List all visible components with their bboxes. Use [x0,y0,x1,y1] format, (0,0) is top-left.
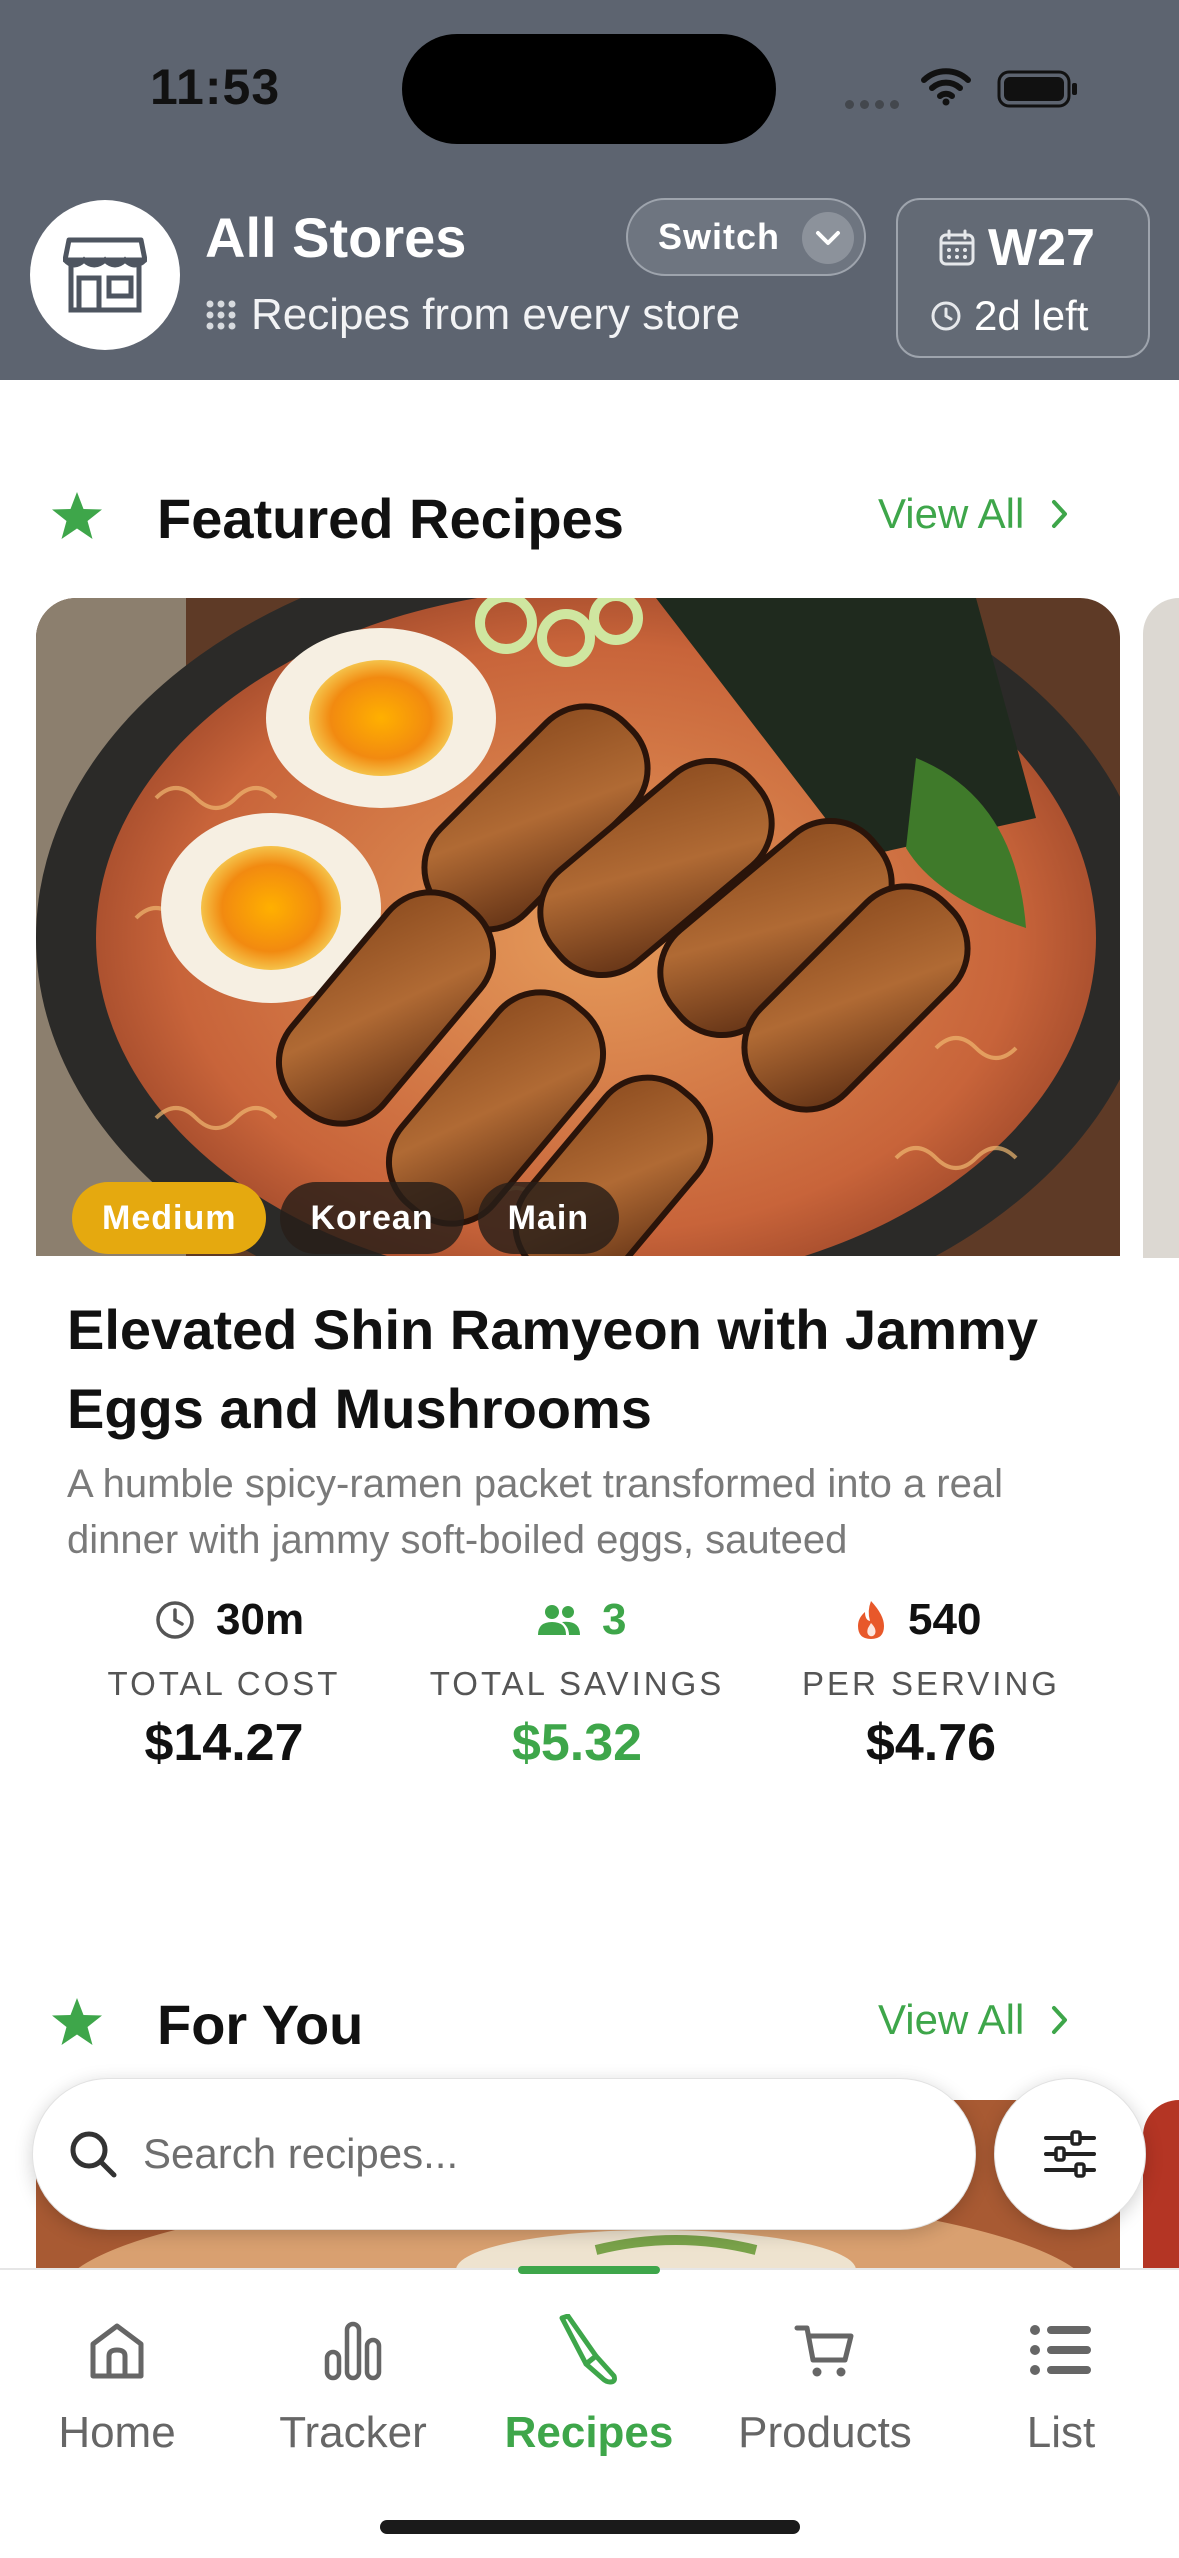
per-serving-label: PER SERVING [802,1665,1060,1702]
total-cost-value: $14.27 [144,1714,304,1772]
people-icon [538,1605,580,1635]
bar-chart-icon [324,2321,382,2381]
recipe-icon [559,2314,617,2385]
search-icon [70,2131,117,2178]
flame-icon [858,1601,884,1639]
chevron-right-icon [1052,500,1068,528]
recipe-cost-metrics: TOTAL COST $14.27 TOTAL SAVINGS $5.32 PE… [0,1665,1179,1785]
list-icon [1030,2325,1091,2375]
week-indicator[interactable]: W27 2d left [896,198,1150,358]
filter-button[interactable] [994,2078,1146,2230]
recipe-stats: 30m 3 540 [0,1595,1179,1655]
status-time: 11:53 [150,59,281,115]
calories: 540 [854,1595,981,1645]
store-subtitle: Recipes from every store [205,290,740,340]
search-bar[interactable] [32,2078,976,2230]
cart-icon [794,2325,854,2377]
tab-home-label: Home [58,2408,176,2457]
app-header: 11:53 All Stores Recipes from every stor… [0,0,1179,380]
total-savings-value: $5.32 [511,1714,643,1772]
featured-view-all-link[interactable]: View All [878,490,1070,538]
star-icon [52,1998,102,2045]
week-label: W27 [988,219,1095,277]
clock-icon [156,1601,194,1639]
recipe-tags: Medium Korean Main [72,1182,633,1254]
cook-time: 30m [154,1595,304,1645]
tab-products-label: Products [738,2408,912,2457]
status-icons [845,62,1085,116]
calendar-icon [939,229,975,266]
active-tab-indicator [518,2266,660,2274]
total-cost: TOTAL COST $14.27 [54,1665,394,1773]
storefront-icon [63,237,147,313]
tab-list[interactable]: List [946,2310,1176,2458]
featured-title: Featured Recipes [157,487,624,550]
total-savings-label: TOTAL SAVINGS [429,1665,725,1702]
course-tag: Main [477,1182,620,1254]
chevron-down-icon [802,212,854,264]
difficulty-tag: Medium [72,1182,267,1254]
tab-list-label: List [1026,2408,1096,2457]
total-savings: TOTAL SAVINGS $5.32 [407,1665,747,1773]
view-all-label: View All [878,490,1025,537]
switch-store-button[interactable]: Switch [626,198,866,276]
recipe-image: Medium Korean Main [36,598,1120,1256]
cuisine-tag: Korean [280,1182,464,1254]
dynamic-island [402,34,776,144]
tab-products[interactable]: Products [710,2310,940,2458]
servings: 3 [536,1595,626,1645]
grid-dots-icon [206,300,236,330]
search-input[interactable] [141,2129,905,2179]
chevron-right-icon [1052,2006,1068,2034]
clock-icon [931,301,961,331]
calories-value: 540 [908,1595,982,1644]
view-all-label: View All [878,1996,1025,2043]
tab-recipes-label: Recipes [504,2408,674,2457]
home-indicator[interactable] [380,2520,800,2534]
sliders-icon [1044,2130,1096,2178]
signal-icon [845,96,905,114]
tab-recipes[interactable]: Recipes [474,2310,704,2458]
per-serving: PER SERVING $4.76 [761,1665,1101,1773]
servings-value: 3 [602,1595,627,1644]
wifi-icon [921,68,971,106]
store-subtitle-text: Recipes from every store [251,290,741,339]
featured-section-header: Featured Recipes View All [0,476,1179,556]
home-icon [90,2323,144,2379]
tab-tracker[interactable]: Tracker [238,2310,468,2458]
tab-home[interactable]: Home [2,2310,232,2458]
bottom-tab-bar: Home Tracker Recipes Products List [0,2266,1179,2558]
switch-label: Switch [658,216,781,257]
cook-time-value: 30m [216,1595,305,1644]
tab-tracker-label: Tracker [279,2408,427,2457]
time-left: 2d left [974,292,1089,339]
for-you-view-all-link[interactable]: View All [878,1996,1070,2044]
total-cost-label: TOTAL COST [107,1665,341,1702]
store-title: All Stores [205,206,467,269]
for-you-next-card-peek[interactable] [1143,2100,1179,2280]
recipe-description: A humble spicy-ramen packet transformed … [67,1462,1003,1562]
for-you-title: For You [157,1993,364,2056]
for-you-section-header: For You View All [0,1982,1179,2062]
recipe-title: Elevated Shin Ramyeon with Jammy Eggs an… [67,1298,1038,1440]
per-serving-value: $4.76 [865,1714,997,1772]
battery-icon [997,70,1077,108]
star-icon [52,492,102,539]
next-recipe-card-peek[interactable] [1143,598,1179,1258]
store-avatar[interactable] [30,200,180,350]
